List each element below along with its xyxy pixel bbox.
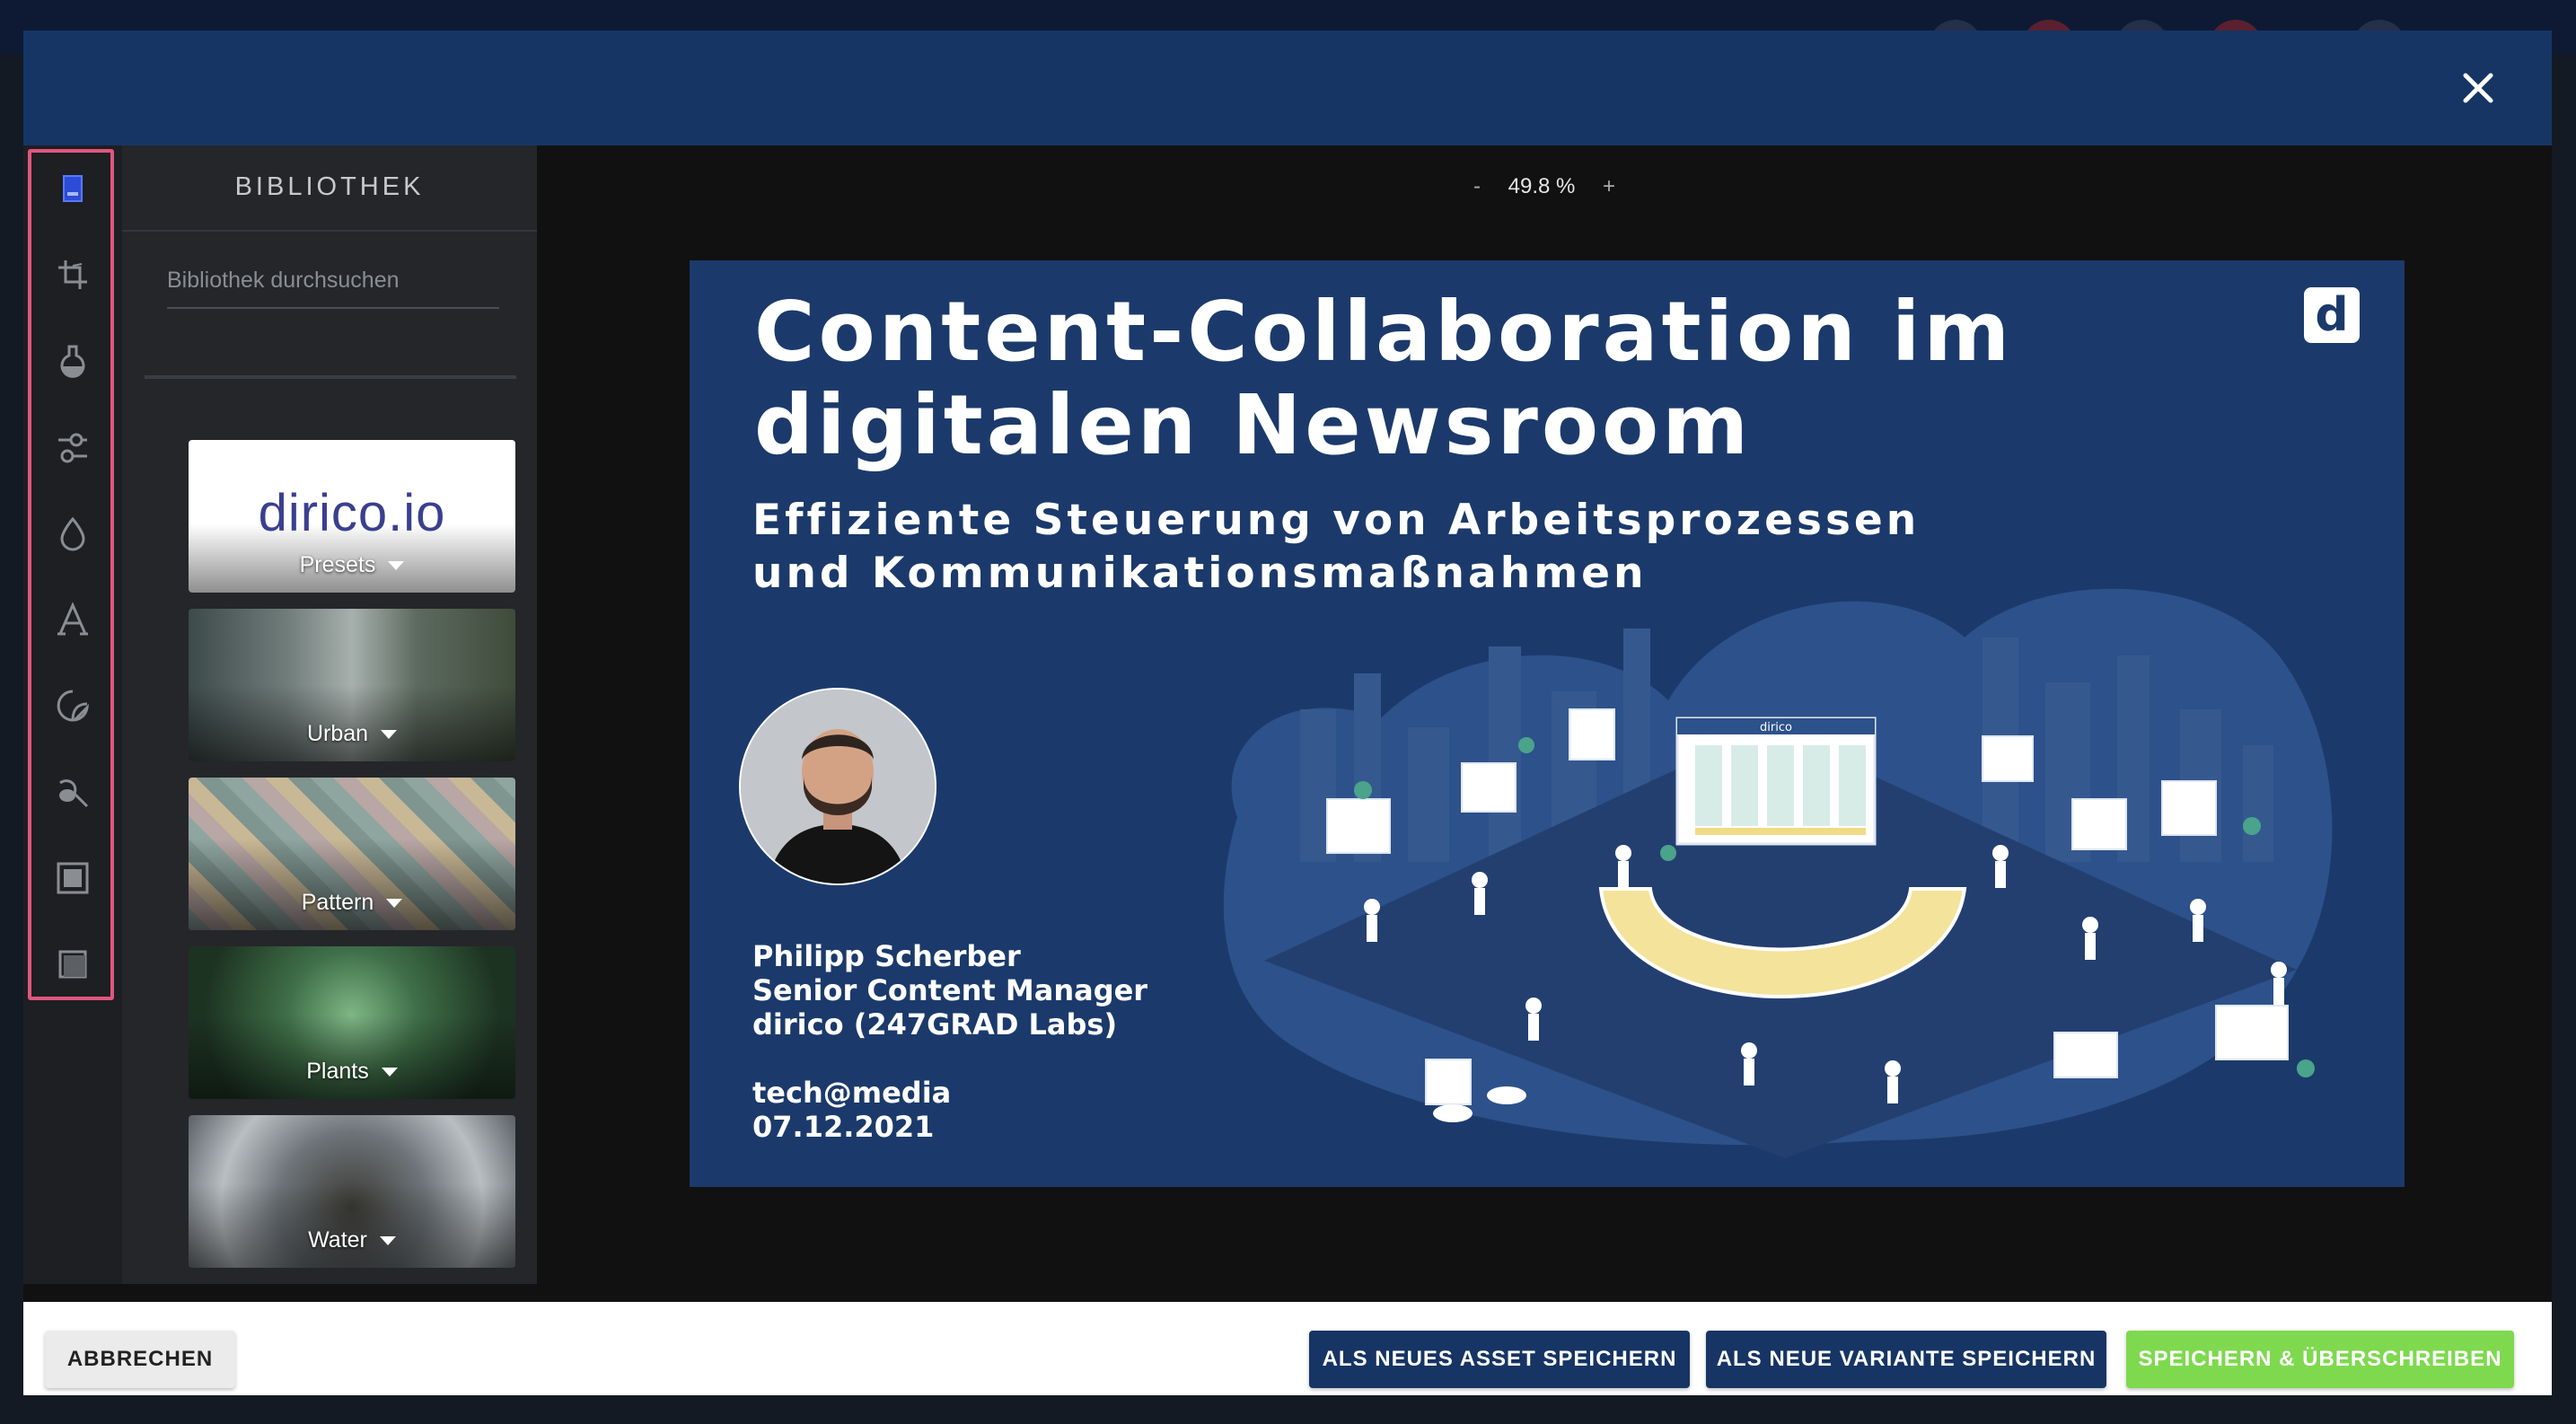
frame-tool-button[interactable]	[50, 856, 95, 901]
library-panel: BIBLIOTHEK dirico.io Presets Urban Patte…	[122, 145, 537, 1284]
zoom-control: - 49.8 % +	[537, 174, 2552, 199]
brand-logo: d	[2304, 287, 2360, 343]
library-item-label: Urban	[189, 721, 515, 747]
caret-down-icon	[381, 1068, 398, 1077]
close-icon	[2463, 73, 2493, 103]
speaker-role: Senior Content Manager	[752, 973, 1148, 1007]
brush-icon	[59, 779, 89, 808]
zoom-out-button[interactable]: -	[1473, 174, 1481, 198]
cancel-button[interactable]: ABBRECHEN	[45, 1331, 235, 1388]
text-tool-button[interactable]	[50, 597, 95, 642]
frame-icon	[57, 862, 89, 894]
tool-rail	[23, 145, 122, 1284]
library-item-water[interactable]: Water	[189, 1115, 515, 1268]
library-item-plants[interactable]: Plants	[189, 946, 515, 1099]
close-button[interactable]	[2457, 66, 2500, 110]
screen-brand: dirico	[1760, 721, 1792, 734]
library-search-input[interactable]	[167, 253, 499, 309]
crop-tool-button[interactable]	[50, 252, 95, 297]
text-icon	[57, 602, 88, 636]
library-item-urban[interactable]: Urban	[189, 609, 515, 761]
event-date: 07.12.2021	[752, 1110, 935, 1144]
zoom-level: 49.8 %	[1508, 174, 1576, 198]
library-tool-button[interactable]	[50, 166, 95, 211]
caret-down-icon	[379, 1236, 396, 1246]
adjust-tool-button[interactable]	[50, 425, 95, 470]
focus-tool-button[interactable]	[50, 511, 95, 556]
editable-image[interactable]: Content-Collaboration im digitalen Newsr…	[690, 260, 2405, 1187]
caret-down-icon	[388, 561, 405, 571]
library-item-pattern[interactable]: Pattern	[189, 778, 515, 930]
slide-title: Content-Collaboration im digitalen Newsr…	[754, 284, 2014, 473]
filter-icon	[60, 345, 85, 378]
library-item-presets[interactable]: dirico.io Presets	[189, 440, 515, 593]
crop-icon	[58, 260, 87, 289]
library-item-label: Presets	[189, 552, 515, 578]
overlay-tool-button[interactable]	[50, 942, 95, 987]
image-editor-modal: BIBLIOTHEK dirico.io Presets Urban Patte…	[23, 31, 2552, 1395]
speaker-portrait	[741, 690, 935, 883]
divider	[122, 230, 537, 232]
zoom-in-button[interactable]: +	[1603, 174, 1615, 198]
modal-footer: ABBRECHEN ALS NEUES ASSET SPEICHERN ALS …	[23, 1302, 2552, 1395]
newsroom-illustration: dirico	[1223, 588, 2333, 1158]
adjust-icon	[58, 433, 87, 463]
library-item-label: Water	[189, 1227, 515, 1253]
sticker-tool-button[interactable]	[50, 683, 95, 728]
library-item-label: Plants	[189, 1059, 515, 1085]
library-icon	[63, 175, 83, 202]
caret-down-icon	[386, 899, 403, 909]
library-title: BIBLIOTHEK	[234, 172, 425, 201]
canvas-area: - 49.8 % + Content-Collaboration im digi…	[537, 145, 2552, 1284]
speaker-company: dirico (247GRAD Labs)	[752, 1007, 1118, 1042]
speaker-photo	[739, 688, 936, 885]
presets-thumbnail-logo: dirico.io	[258, 484, 446, 542]
save-as-new-variant-button[interactable]: ALS NEUE VARIANTE SPEICHERN	[1706, 1331, 2106, 1388]
save-as-new-asset-button[interactable]: ALS NEUES ASSET SPEICHERN	[1309, 1331, 1690, 1388]
focus-icon	[60, 516, 85, 551]
sticker-icon	[57, 690, 90, 722]
event-name: tech@media	[752, 1076, 952, 1110]
brush-tool-button[interactable]	[50, 769, 95, 814]
save-and-overwrite-button[interactable]: SPEICHERN & ÜBERSCHREIBEN	[2126, 1331, 2514, 1388]
caret-down-icon	[381, 730, 398, 740]
filter-tool-button[interactable]	[50, 338, 95, 383]
speaker-name: Philipp Scherber	[752, 939, 1021, 973]
divider	[145, 375, 516, 379]
modal-header	[23, 31, 2552, 145]
overlay-icon	[58, 950, 87, 979]
library-item-label: Pattern	[189, 890, 515, 916]
